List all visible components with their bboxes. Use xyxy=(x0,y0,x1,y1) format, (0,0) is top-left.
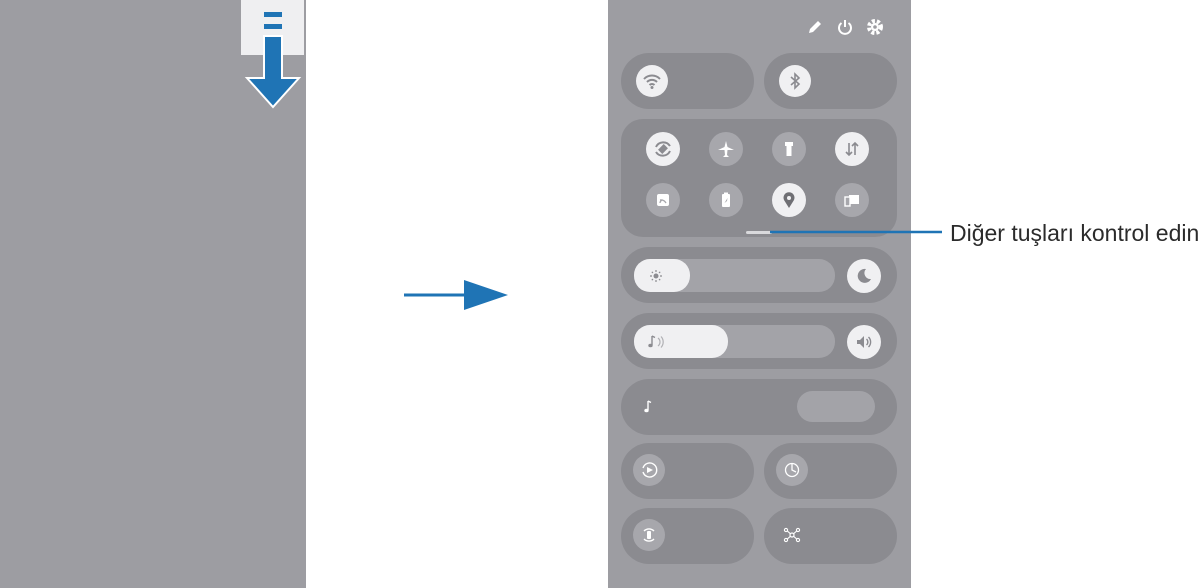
volume-row xyxy=(621,313,897,369)
screen-recorder-icon xyxy=(633,454,665,486)
flashlight-icon[interactable] xyxy=(772,132,806,166)
smart-view-icon xyxy=(633,519,665,551)
power-saving-icon[interactable] xyxy=(709,183,743,217)
bluetooth-icon xyxy=(779,65,811,97)
transition-arrow-icon xyxy=(404,280,508,310)
brightness-slider[interactable] xyxy=(634,259,835,292)
dark-mode-icon[interactable] xyxy=(847,259,881,293)
screen-recorder-tile[interactable] xyxy=(621,443,754,499)
airplane-icon[interactable] xyxy=(709,132,743,166)
callout-label: Diğer tuşları kontrol edin xyxy=(950,220,1200,246)
brightness-icon xyxy=(650,270,662,282)
cast-icon[interactable] xyxy=(646,183,680,217)
swipe-down-arrow-icon xyxy=(244,12,302,109)
music-note-icon xyxy=(644,400,652,413)
settings-icon[interactable] xyxy=(865,17,885,37)
volume-icon[interactable] xyxy=(847,325,881,359)
wifi-icon xyxy=(636,65,668,97)
bluetooth-tile[interactable] xyxy=(764,53,897,109)
device-care-icon xyxy=(776,454,808,486)
auto-rotate-icon[interactable] xyxy=(646,132,680,166)
media-output-button[interactable] xyxy=(797,391,875,422)
media-output-row[interactable] xyxy=(621,379,897,435)
volume-slider[interactable] xyxy=(634,325,835,358)
connected-devices-tile[interactable] xyxy=(764,508,897,564)
wifi-tile[interactable] xyxy=(621,53,754,109)
smart-view-tile[interactable] xyxy=(621,508,754,564)
callout-line xyxy=(770,230,942,234)
power-icon[interactable] xyxy=(836,18,854,36)
brightness-row xyxy=(621,247,897,303)
quick-toggles-grid xyxy=(621,119,897,237)
location-icon[interactable] xyxy=(772,183,806,217)
sound-icon xyxy=(648,335,664,348)
expand-handle[interactable] xyxy=(746,231,772,234)
link-to-windows-icon[interactable] xyxy=(835,183,869,217)
connected-devices-icon xyxy=(776,519,808,551)
mobile-data-icon[interactable] xyxy=(835,132,869,166)
edit-icon[interactable] xyxy=(806,18,824,36)
quick-panel xyxy=(608,0,911,588)
device-care-tile[interactable] xyxy=(764,443,897,499)
